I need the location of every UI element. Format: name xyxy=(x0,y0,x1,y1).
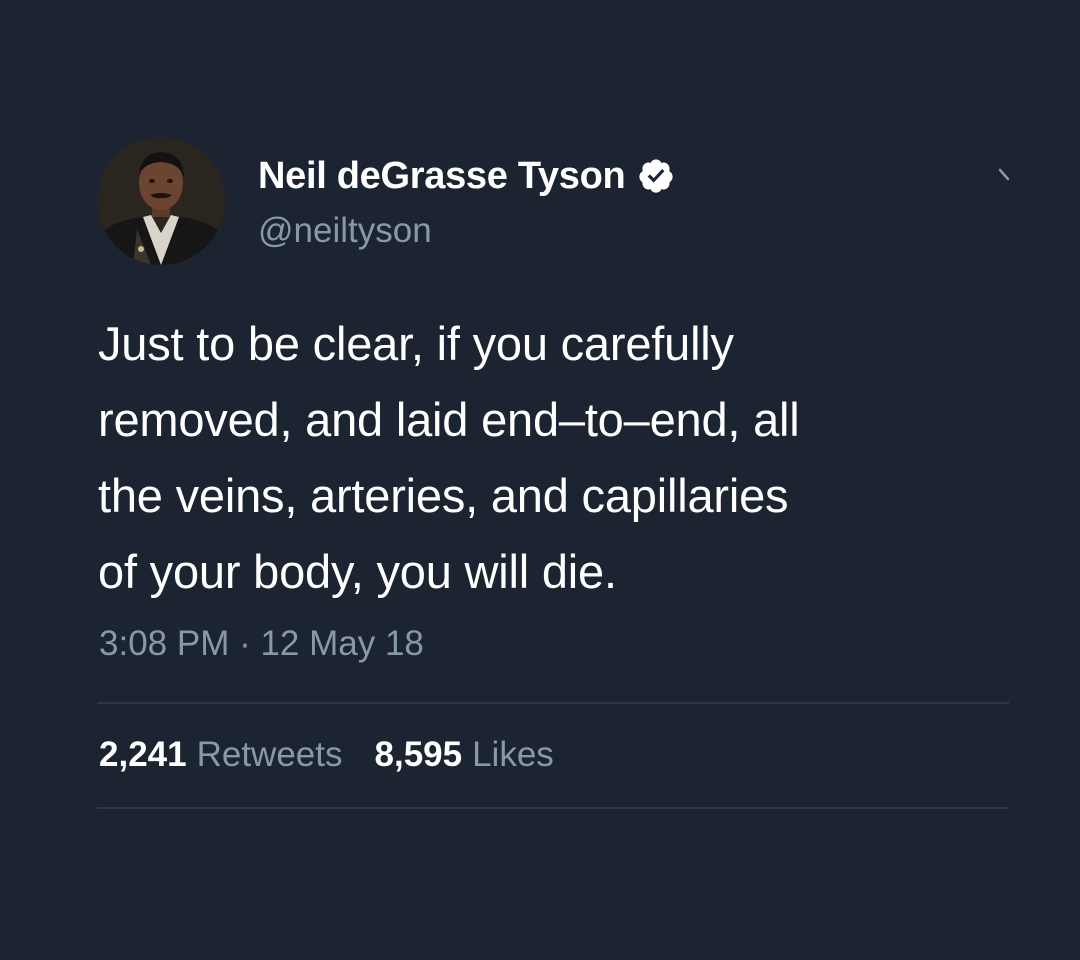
engagement-stats: 2,241 Retweets 8,595 Likes xyxy=(99,735,554,775)
likes-stat[interactable]: 8,595 Likes xyxy=(375,735,554,775)
like-count: 8,595 xyxy=(374,735,463,774)
tweet-text: Just to be clear, if you carefully remov… xyxy=(98,317,800,598)
tweet-timestamp[interactable]: 3:08 PM · 12 May 18 xyxy=(99,624,424,664)
like-label: Likes xyxy=(472,735,554,774)
retweets-stat[interactable]: 2,241 Retweets xyxy=(99,735,343,775)
retweet-label: Retweets xyxy=(196,735,343,774)
retweet-count: 2,241 xyxy=(99,735,187,774)
avatar[interactable] xyxy=(97,137,225,265)
chevron-down-icon[interactable] xyxy=(996,166,1016,186)
display-name[interactable]: Neil deGrasse Tyson xyxy=(258,155,626,198)
avatar-image xyxy=(97,137,225,265)
user-handle[interactable]: @neiltyson xyxy=(258,211,432,251)
author-name-row: Neil deGrasse Tyson xyxy=(258,150,675,202)
tweet-card: Neil deGrasse Tyson @neiltyson Just to b… xyxy=(0,0,1080,960)
verified-badge-icon xyxy=(637,157,675,195)
divider xyxy=(97,702,1009,704)
divider xyxy=(97,807,1009,809)
